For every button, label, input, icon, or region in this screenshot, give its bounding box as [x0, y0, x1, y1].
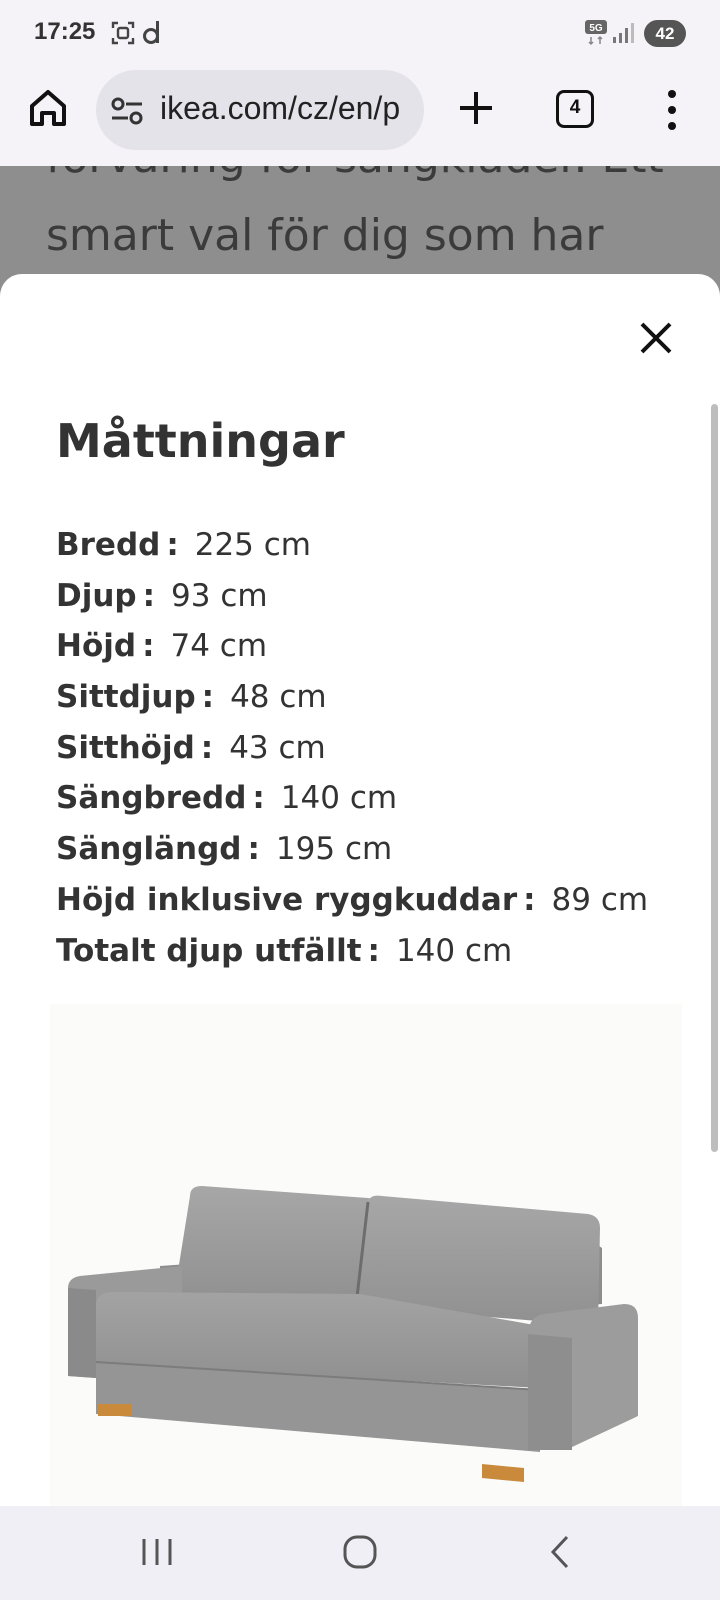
dimension-label: Djup	[56, 577, 137, 614]
recent-apps-icon[interactable]	[140, 1536, 174, 1568]
network-5g-icon: 5G	[585, 20, 607, 46]
sofa-illustration	[68, 1186, 638, 1482]
dimension-row-sangbredd: Sängbredd:140 cm	[56, 780, 398, 817]
new-tab-plus-icon[interactable]	[456, 88, 496, 128]
dimension-label: Höjd inklusive ryggkuddar	[56, 881, 518, 918]
dimension-label: Höjd	[56, 628, 137, 665]
dimension-label: Sänglängd	[56, 831, 242, 868]
dimension-row-djup: Djup:93 cm	[56, 577, 268, 614]
system-navigation-bar	[0, 1506, 720, 1600]
dimension-row-sittdjup: Sittdjup:48 cm	[56, 679, 327, 716]
dimensions-modal: Måttningar Bredd:225 cm Djup:93 cm Höjd:…	[0, 274, 720, 1506]
browser-toolbar: ikea.com/cz/en/p 4	[0, 66, 720, 166]
home-nav-icon[interactable]	[342, 1534, 378, 1570]
status-bar: 17:25 5G 42	[0, 0, 720, 66]
tab-switcher-button[interactable]: 4	[556, 90, 594, 128]
close-icon[interactable]	[638, 320, 674, 356]
dimension-value: 74 cm	[170, 628, 268, 665]
address-bar[interactable]: ikea.com/cz/en/p	[96, 70, 424, 150]
dimension-value: 140 cm	[395, 932, 513, 969]
dimension-label: Sängbredd	[56, 780, 247, 817]
battery-indicator: 42	[644, 20, 686, 47]
background-text-line: smart val för dig som har	[46, 210, 604, 261]
scrollbar[interactable]	[711, 404, 718, 1152]
dimension-label: Bredd	[56, 527, 161, 563]
background-text-line: förvaring för sängkläder. Ett	[46, 166, 664, 183]
screenshot-icon	[111, 21, 135, 45]
site-settings-icon[interactable]	[110, 96, 144, 126]
notification-d-icon	[143, 21, 159, 44]
url-text: ikea.com/cz/en/p	[160, 90, 401, 126]
status-time: 17:25	[34, 18, 96, 45]
dimension-value: 195 cm	[275, 831, 393, 868]
dimension-value: 48 cm	[230, 679, 327, 716]
dimension-row-totalt-djup: Totalt djup utfällt:140 cm	[56, 932, 513, 969]
modal-title: Måttningar	[56, 414, 345, 468]
more-menu-icon[interactable]	[664, 86, 680, 134]
dimension-row-hojd: Höjd:74 cm	[56, 628, 268, 665]
dimension-value: 89 cm	[551, 881, 649, 918]
back-icon[interactable]	[548, 1534, 572, 1570]
svg-text:5G: 5G	[589, 23, 603, 34]
dimension-row-bredd: Bredd:225 cm	[56, 527, 311, 563]
dimension-label: Sitthöjd	[56, 729, 195, 766]
dimension-value: 43 cm	[229, 729, 326, 766]
dimension-row-sanglangd: Sänglängd:195 cm	[56, 831, 393, 868]
dimensions-list: Bredd:225 cm Djup:93 cm Höjd:74 cm Sittd…	[56, 520, 648, 976]
dimension-label: Totalt djup utfällt	[56, 932, 362, 969]
product-image	[50, 1004, 682, 1506]
dimension-value: 140 cm	[280, 780, 398, 817]
signal-icon	[613, 23, 634, 43]
dimension-row-sitthojd: Sitthöjd:43 cm	[56, 729, 326, 766]
dimension-row-hojd-ryggkuddar: Höjd inklusive ryggkuddar:89 cm	[56, 881, 649, 918]
dimension-value: 225 cm	[194, 527, 311, 563]
home-icon[interactable]	[26, 86, 70, 130]
dimension-value: 93 cm	[171, 577, 268, 614]
dimension-label: Sittdjup	[56, 679, 196, 716]
